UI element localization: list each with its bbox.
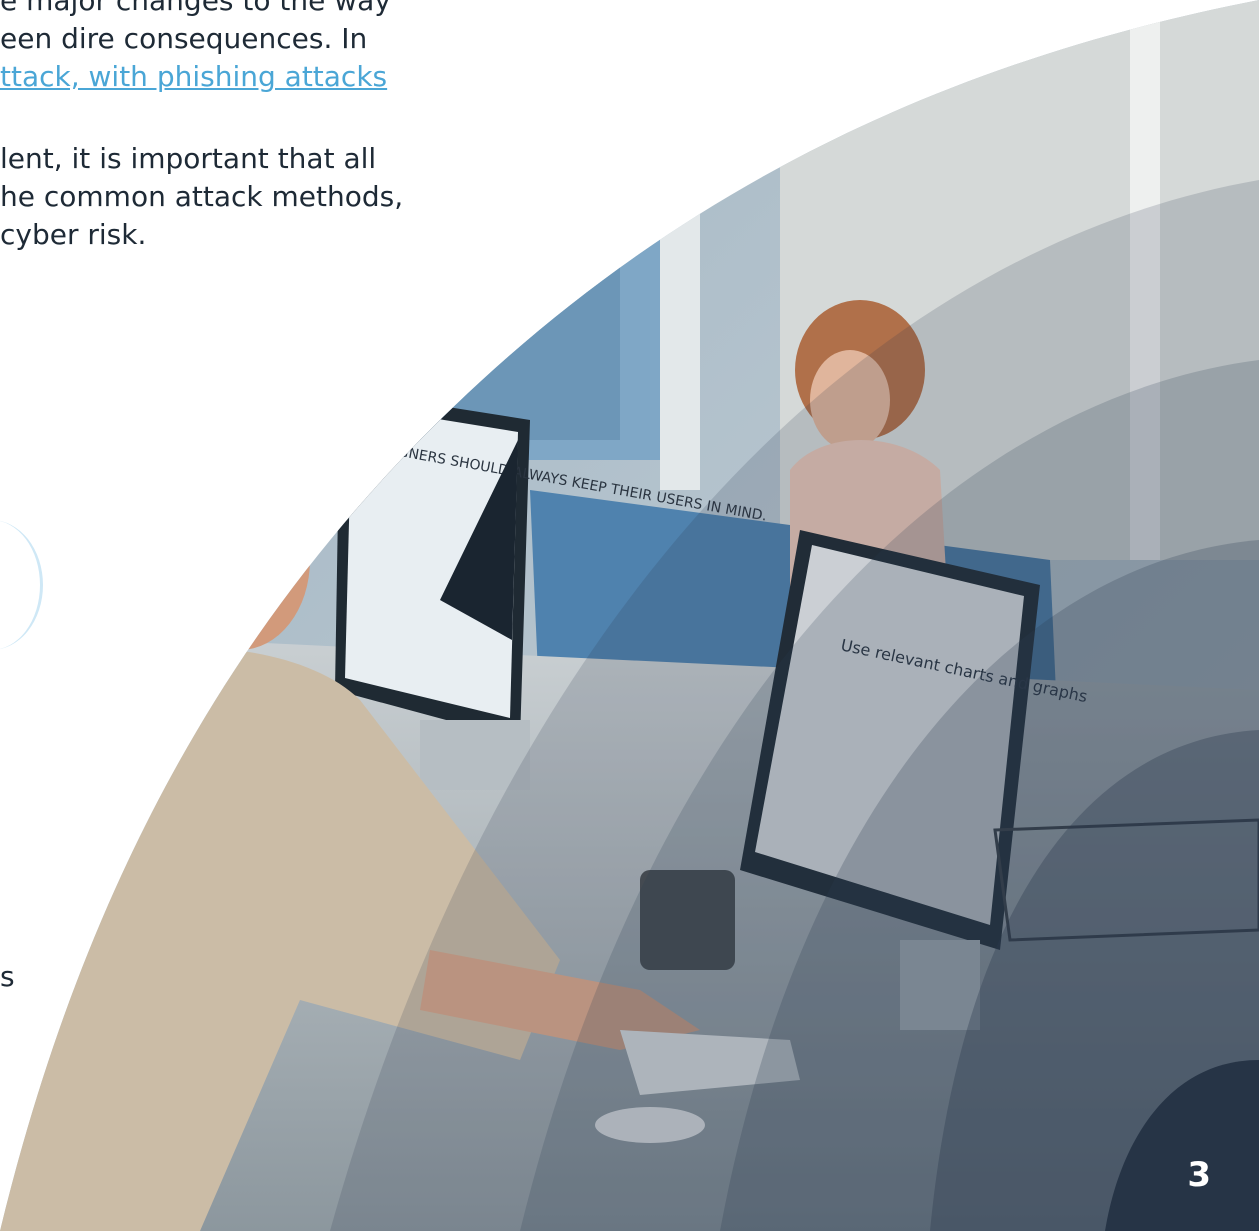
page-number: 3 [1187,1155,1211,1195]
office-photo: DESIGNERS SHOULD ALWAYS KEEP THEIR USERS… [0,0,1259,1231]
